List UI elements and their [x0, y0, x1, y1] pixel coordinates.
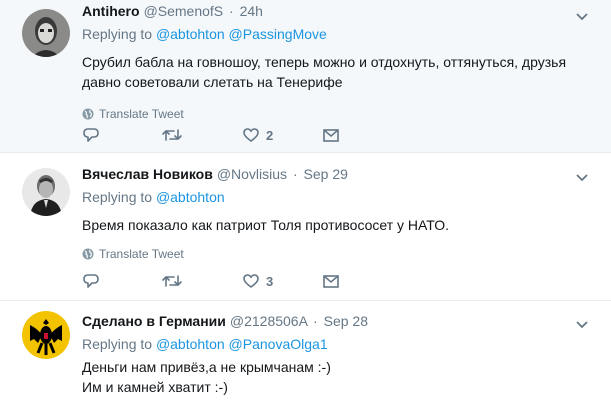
display-name[interactable]: Сделано в Германии — [82, 313, 226, 329]
replying-to: Replying to @abtohton — [82, 188, 595, 206]
tweet-text: Деньги нам привёз,а не крымчанам :-) Им … — [82, 357, 595, 397]
replying-to-label: Replying to — [82, 189, 153, 205]
mention-link[interactable]: @abtohton — [156, 26, 225, 42]
username[interactable]: @SemenofS — [144, 3, 224, 19]
tweet-header: Сделано в Германии @2128506A · Sep 28 — [82, 312, 595, 330]
chevron-down-icon[interactable] — [575, 9, 589, 27]
timestamp[interactable]: Sep 28 — [324, 313, 368, 329]
like-count: 2 — [266, 127, 274, 143]
tweet-header: Вячеслав Новиков @Novlisius · Sep 29 — [82, 165, 595, 183]
avatar[interactable] — [22, 311, 70, 359]
reply-icon — [83, 128, 99, 142]
replying-to-label: Replying to — [82, 336, 153, 352]
mention-link[interactable]: @PassingMove — [229, 26, 327, 42]
like-button[interactable]: 3 — [242, 273, 322, 289]
avatar[interactable] — [22, 9, 70, 57]
timestamp[interactable]: 24h — [240, 3, 263, 19]
message-button[interactable] — [322, 127, 402, 143]
reply-button[interactable] — [82, 273, 162, 289]
reply-icon — [83, 274, 99, 288]
mention-link[interactable]: @abtohton — [156, 336, 225, 352]
replying-to: Replying to @abtohton @PanovaOlga1 — [82, 335, 595, 353]
globe-icon — [82, 108, 94, 120]
translate-tweet-link[interactable]: Translate Tweet — [82, 247, 595, 261]
tweet-text-line: Им и камней хватит :-) — [82, 379, 228, 395]
reply-button[interactable] — [82, 127, 162, 143]
tweet-header: Antihero @SemenofS · 24h — [82, 2, 595, 20]
message-button[interactable] — [322, 273, 402, 289]
translate-label[interactable]: Translate Tweet — [99, 247, 184, 261]
heart-icon — [243, 274, 259, 288]
avatar[interactable] — [22, 168, 70, 216]
like-count: 3 — [266, 273, 274, 289]
like-button[interactable]: 2 — [242, 127, 322, 143]
timestamp[interactable]: Sep 29 — [304, 166, 348, 182]
tweet[interactable]: Сделано в Германии @2128506A · Sep 28 Rep… — [0, 301, 611, 403]
separator: · — [229, 3, 234, 19]
tweet[interactable]: Вячеслав Новиков @Novlisius · Sep 29 Repl… — [0, 153, 611, 301]
retweet-icon — [162, 129, 182, 141]
envelope-icon — [323, 129, 339, 142]
envelope-icon — [323, 275, 339, 288]
tweet[interactable]: Antihero @SemenofS · 24h Replying to @abt… — [0, 0, 611, 153]
globe-icon — [82, 248, 94, 260]
translate-label[interactable]: Translate Tweet — [99, 107, 184, 121]
mention-link[interactable]: @PanovaOlga1 — [229, 336, 328, 352]
replying-to: Replying to @abtohton @PassingMove — [82, 25, 595, 43]
tweet-text: Срубил бабла на говношоу, теперь можно и… — [82, 54, 567, 90]
username[interactable]: @Novlisius — [217, 166, 287, 182]
replying-to-label: Replying to — [82, 26, 153, 42]
display-name[interactable]: Antihero — [82, 3, 140, 19]
display-name[interactable]: Вячеслав Новиков — [82, 166, 213, 182]
heart-icon — [243, 128, 259, 142]
retweet-icon — [162, 275, 182, 287]
separator: · — [313, 313, 318, 329]
tweet-text: Время показало как патриот Толя противос… — [82, 217, 449, 233]
retweet-button[interactable] — [162, 127, 242, 143]
translate-tweet-link[interactable]: Translate Tweet — [82, 107, 595, 121]
tweet-text-line: Деньги нам привёз,а не крымчанам :-) — [82, 359, 331, 375]
username[interactable]: @2128506A — [230, 313, 307, 329]
chevron-down-icon[interactable] — [575, 170, 589, 188]
mention-link[interactable]: @abtohton — [156, 189, 225, 205]
chevron-down-icon[interactable] — [575, 317, 589, 335]
retweet-button[interactable] — [162, 273, 242, 289]
separator: · — [292, 166, 298, 182]
